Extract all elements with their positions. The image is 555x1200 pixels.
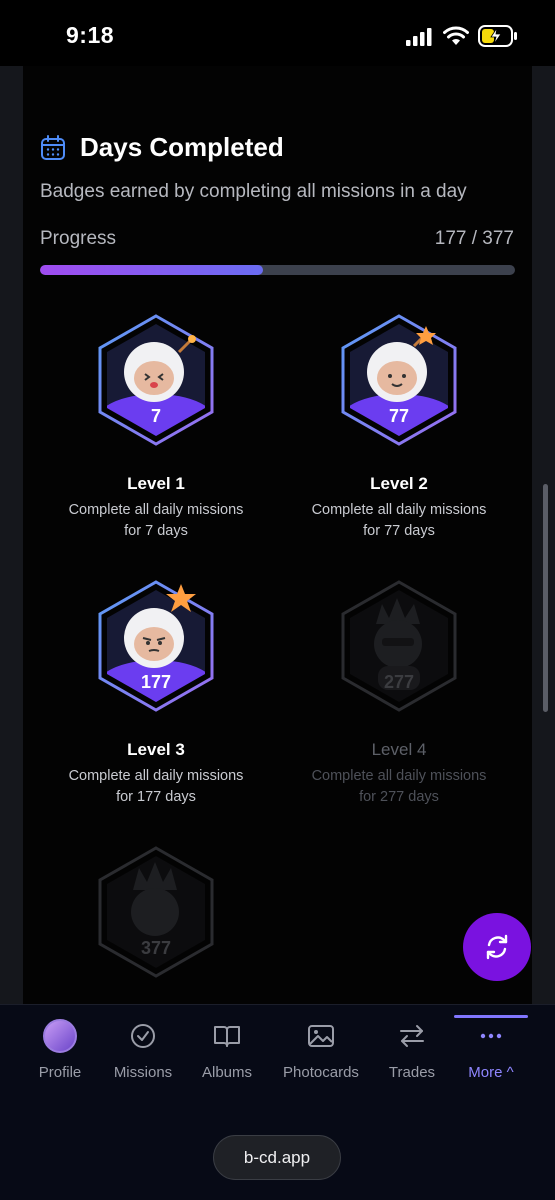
locked-badge-icon: 277 — [341, 580, 457, 712]
nav-trades[interactable]: Trades — [369, 1019, 455, 1081]
progress-bar-fill — [40, 265, 264, 275]
wifi-icon — [443, 26, 469, 45]
book-icon — [214, 1026, 240, 1047]
bottom-navigation: Profile Missions Albums Photocards Trade… — [0, 1004, 555, 1200]
badge-number: 277 — [384, 672, 414, 692]
nav-label: More ^ — [468, 1064, 514, 1081]
badge-level-4[interactable]: 277 Level 4 Complete all daily missions … — [294, 580, 504, 808]
badge-title: Level 2 — [370, 474, 428, 493]
badge-number: 377 — [141, 938, 171, 958]
badge-number: 7 — [151, 406, 161, 426]
nav-label: Profile — [38, 1064, 82, 1081]
refresh-icon — [486, 934, 508, 960]
badge-title: Level 4 — [371, 740, 427, 759]
progress-value: 177 / 377 — [434, 228, 514, 249]
refresh-button[interactable] — [463, 913, 531, 981]
nav-label: Photocards — [283, 1064, 359, 1081]
nav-photocards[interactable]: Photocards — [278, 1019, 364, 1081]
page-frame-left — [0, 66, 23, 1006]
nav-label: Missions — [113, 1064, 173, 1081]
swap-arrows-icon — [400, 1025, 424, 1047]
battery-charging-icon — [478, 25, 517, 47]
badge-description: Complete all daily missions for 7 days — [68, 502, 244, 539]
url-text: b-cd.app — [243, 1147, 311, 1167]
section-title: Days Completed — [80, 132, 284, 162]
astronaut-badge-icon: 177 — [98, 580, 214, 712]
badge-level-5[interactable]: 377 — [51, 846, 261, 978]
nav-label: Trades — [388, 1064, 436, 1081]
badge-number: 177 — [141, 672, 171, 692]
progress-label: Progress — [40, 228, 117, 249]
badge-level-1[interactable]: 7 Level 1 Complete all daily missions fo… — [51, 314, 261, 542]
avatar — [43, 1019, 77, 1053]
progress-bar — [40, 265, 515, 275]
nav-missions[interactable]: Missions — [100, 1019, 186, 1081]
badge-title: Level 3 — [127, 740, 185, 759]
section-subtitle: Badges earned by completing all missions… — [40, 181, 467, 202]
status-time: 9:18 — [66, 22, 115, 48]
badge-number: 77 — [389, 406, 409, 426]
nav-albums[interactable]: Albums — [184, 1019, 270, 1081]
days-completed-panel: Days Completed Badges earned by completi… — [23, 66, 532, 1006]
scrollbar-thumb[interactable] — [543, 484, 548, 712]
astronaut-badge-icon: 7 — [98, 314, 214, 446]
nav-profile[interactable]: Profile — [17, 1019, 103, 1081]
nav-label: Albums — [201, 1064, 253, 1081]
browser-url-bar[interactable]: b-cd.app — [213, 1135, 341, 1180]
badge-level-3[interactable]: 177 Level 3 Complete all daily missions … — [51, 580, 261, 808]
badge-description: Complete all daily missions for 177 days — [68, 768, 244, 805]
calendar-icon — [41, 135, 65, 160]
status-bar: 9:18 — [0, 0, 555, 66]
badge-level-2[interactable]: 77 Level 2 Complete all daily missions f… — [294, 314, 504, 542]
check-circle-icon — [131, 1024, 155, 1048]
locked-badge-icon: 377 — [98, 846, 214, 978]
badge-description: Complete all daily missions for 77 days — [311, 502, 487, 539]
more-dots-icon — [480, 1033, 502, 1039]
badge-description: Complete all daily missions for 277 days — [311, 768, 487, 805]
image-icon — [308, 1025, 334, 1047]
cellular-signal-icon — [406, 28, 432, 46]
astronaut-badge-icon: 77 — [341, 314, 457, 446]
nav-more[interactable]: More ^ — [448, 1019, 534, 1081]
active-tab-indicator — [454, 1015, 528, 1018]
badge-title: Level 1 — [127, 474, 185, 493]
